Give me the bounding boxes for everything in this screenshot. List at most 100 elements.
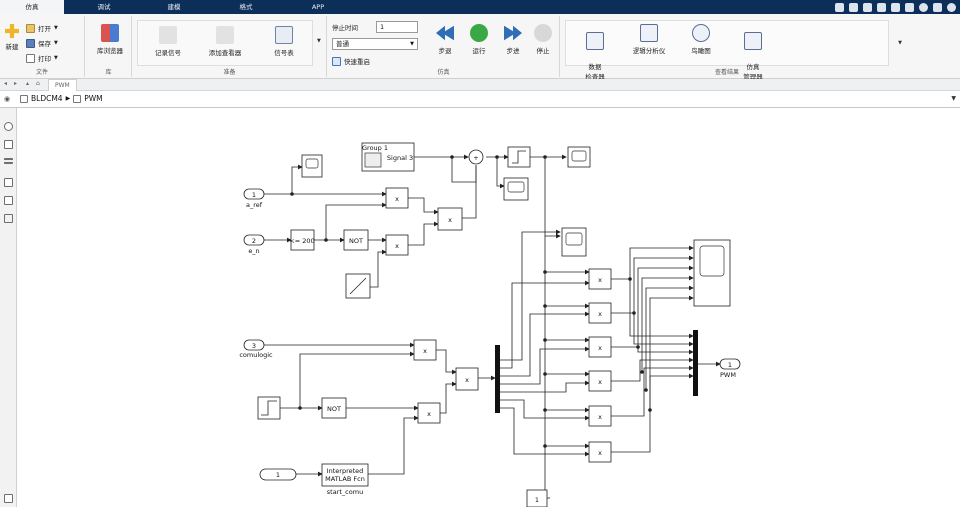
file-group: 新建 打开 ▼ 保存 ▼ 打印 ▼ 文件 — [0, 16, 85, 77]
settings-icon[interactable] — [947, 2, 956, 12]
save-label: 保存 — [38, 40, 51, 48]
area-icon[interactable] — [4, 196, 13, 205]
mult-label: x — [598, 310, 602, 318]
data-inspector-icon — [586, 32, 604, 50]
new-label: 新建 — [5, 43, 19, 51]
simulink-window: 仿真 调试 建模 格式 APP 新建 打开 ▼ 保存 ▼ 打印 ▼ 文件 库浏览… — [0, 0, 960, 507]
mux-block — [693, 330, 698, 396]
sim-manager-icon — [744, 32, 762, 50]
print-button[interactable]: 打印 ▼ — [26, 53, 58, 63]
tab-debug[interactable]: 调试 — [80, 0, 128, 14]
chevron-down-icon: ▼ — [54, 25, 58, 31]
simulate-group: 停止时间 1 普通 ▼ 快速重启 步退 运行 步进 停止 仿真 — [328, 16, 560, 77]
outport-label: PWM — [720, 371, 736, 379]
print-label: 打印 — [38, 55, 51, 63]
new-button[interactable]: 新建 — [2, 24, 22, 51]
mult-label: x — [598, 378, 602, 386]
chevron-down-icon[interactable] — [905, 2, 914, 12]
checkbox-icon[interactable] — [4, 214, 13, 223]
open-button[interactable]: 打开 ▼ — [26, 23, 58, 33]
mult-label: x — [427, 410, 431, 418]
subsystem-icon — [73, 94, 82, 103]
undo-icon[interactable] — [849, 2, 858, 12]
fit-view-icon[interactable] — [4, 140, 13, 149]
breadcrumb: BLDCM4 ▶ PWM — [20, 94, 103, 103]
bird-eye-button[interactable]: 鸟瞰图 — [681, 24, 721, 55]
tool-palette — [0, 108, 17, 507]
mult-label: x — [598, 344, 602, 352]
layout-icon[interactable] — [891, 2, 900, 12]
chevron-down-icon: ▼ — [54, 55, 58, 61]
back-icon[interactable]: ◂ — [4, 80, 7, 87]
mult-label: x — [598, 413, 602, 421]
chevron-down-icon[interactable] — [933, 2, 942, 12]
redo-icon[interactable] — [863, 2, 872, 12]
zoom-icon[interactable] — [4, 122, 13, 131]
stop-time-input[interactable]: 1 — [376, 21, 418, 33]
breadcrumb-child[interactable]: PWM — [84, 94, 102, 103]
mult-label: x — [465, 376, 469, 384]
logic-analyzer-button[interactable]: 逻辑分析仪 — [623, 24, 675, 55]
signal-table-button[interactable]: 信号表 — [259, 26, 309, 57]
mult-label: x — [598, 449, 602, 457]
outport-number: 1 — [728, 361, 732, 369]
breadcrumb-bar: ◉ BLDCM4 ▶ PWM ▼ — [0, 91, 960, 108]
image-icon[interactable] — [4, 178, 13, 187]
add-viewer-button[interactable]: 添加查看器 — [197, 26, 253, 57]
log-signals-button[interactable]: 记录信号 — [143, 26, 193, 57]
prepare-group: 记录信号 添加查看器 信号表 ▼ 准备 — [133, 16, 327, 77]
log-signals-icon — [159, 26, 177, 44]
print-icon — [26, 53, 35, 63]
save-icon[interactable] — [835, 2, 844, 12]
demux-block — [495, 345, 500, 413]
step-forward-button[interactable]: 步进 — [498, 24, 528, 55]
library-group: 库浏览器 库 — [86, 16, 132, 77]
step-block — [257, 396, 281, 420]
chevron-down-icon[interactable]: ▼ — [951, 95, 956, 102]
save-button[interactable]: 保存 ▼ — [26, 38, 58, 48]
tab-apps[interactable]: APP — [294, 0, 342, 14]
breadcrumb-root[interactable]: BLDCM4 — [31, 94, 63, 103]
help-icon[interactable] — [919, 2, 928, 12]
chevron-down-icon: ▼ — [54, 40, 58, 46]
mult-label: x — [448, 216, 452, 224]
compare-label: <= 200 — [289, 237, 314, 245]
fcn-line-1: Interpreted — [327, 467, 364, 475]
tab-modeling[interactable]: 建模 — [150, 0, 198, 14]
step-back-button[interactable]: 步退 — [430, 24, 460, 55]
run-button[interactable]: 运行 — [464, 24, 494, 55]
library-group-label: 库 — [105, 69, 112, 76]
inport-1-number: 1 — [252, 191, 256, 199]
library-browser-label: 库浏览器 — [97, 47, 123, 55]
group1-title: Group 1 — [362, 144, 388, 152]
library-browser-button[interactable]: 库浏览器 — [90, 24, 130, 55]
home-icon[interactable]: ⌂ — [36, 80, 40, 87]
model-canvas[interactable]: 1 a_ref 2 e_n 3 comulogic 1 1 PWM Group … — [17, 108, 960, 507]
chevron-down-icon[interactable]: ▼ — [317, 38, 321, 44]
step-forward-icon — [504, 25, 522, 41]
model-icon — [20, 94, 28, 103]
hide-browser-icon[interactable]: ◉ — [4, 95, 10, 103]
up-icon[interactable]: ▴ — [26, 80, 29, 87]
review-results-group-label: 查看结果 — [714, 69, 739, 76]
saturation-block — [507, 146, 531, 168]
simulation-mode-select[interactable]: 普通 ▼ — [332, 38, 418, 50]
search-icon[interactable] — [877, 2, 886, 12]
arrows-icon[interactable] — [4, 158, 13, 164]
prepare-group-label: 准备 — [223, 69, 236, 76]
forward-icon[interactable]: ▸ — [14, 80, 17, 87]
stop-button[interactable]: 停止 — [530, 24, 556, 55]
mult-label: x — [395, 195, 399, 203]
chevron-down-icon[interactable]: ▼ — [898, 40, 902, 46]
open-label: 打开 — [38, 25, 51, 33]
camera-icon[interactable] — [4, 494, 13, 503]
stop-label: 停止 — [536, 47, 550, 55]
tab-format[interactable]: 格式 — [222, 0, 270, 14]
plus-icon — [5, 24, 19, 38]
fast-restart-toggle[interactable]: 快速重启 — [332, 56, 370, 66]
library-icon — [101, 24, 119, 42]
tab-simulation[interactable]: 仿真 — [0, 0, 64, 14]
run-label: 运行 — [472, 47, 486, 55]
fast-restart-icon — [332, 56, 341, 66]
model-tab[interactable]: PWM — [48, 79, 77, 91]
